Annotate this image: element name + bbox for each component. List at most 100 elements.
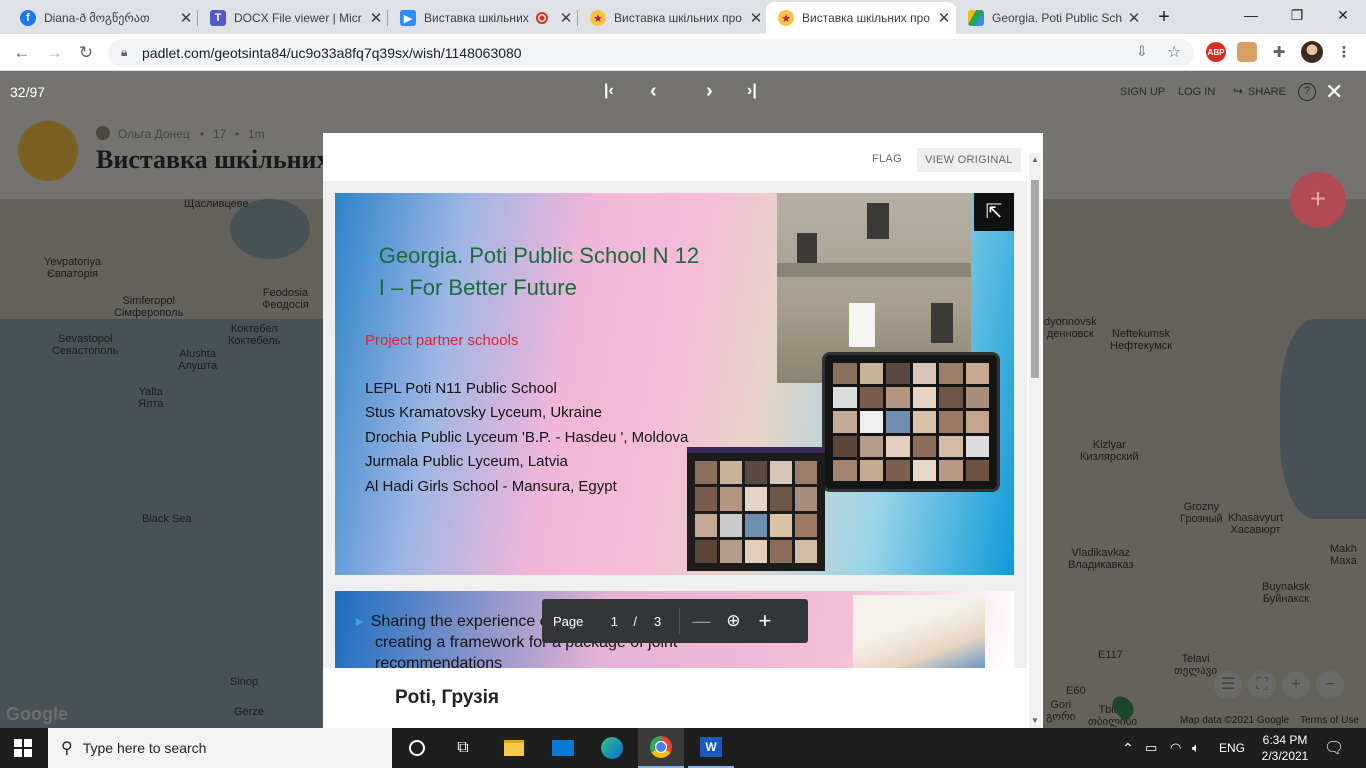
slide-2-line-3: recommendations bbox=[375, 655, 503, 668]
google-drive-icon bbox=[968, 10, 984, 26]
show-hidden-icons[interactable]: ⌃ bbox=[1122, 728, 1134, 768]
wifi-icon[interactable]: ◠ bbox=[1170, 728, 1181, 768]
tab-padlet-1[interactable]: ★ Виставка шкільних про ✕ bbox=[578, 2, 768, 34]
previous-post-icon[interactable]: ‹ bbox=[650, 80, 657, 103]
file-explorer-icon[interactable] bbox=[491, 728, 537, 768]
mail-icon[interactable] bbox=[540, 728, 586, 768]
slide-2-artwork bbox=[853, 595, 985, 668]
lock-icon: 🔒︎ bbox=[121, 45, 128, 59]
school-item: LEPL Poti N11 Public School bbox=[365, 380, 557, 397]
cortana-icon[interactable] bbox=[394, 728, 440, 768]
tab-title: Виставка шкільних про bbox=[802, 11, 930, 25]
new-tab-button[interactable]: + bbox=[1142, 2, 1186, 32]
close-tab-icon[interactable]: ✕ bbox=[364, 9, 388, 27]
teams-icon: T bbox=[210, 10, 226, 26]
task-view-icon[interactable]: ⧉ bbox=[440, 728, 486, 768]
slide-title-line-1: ► Georgia. Poti Public School N 12 bbox=[361, 243, 700, 268]
zoom-fit-icon[interactable]: ⊕ bbox=[726, 611, 740, 631]
modal-scrollbar[interactable]: ▲ ▼ bbox=[1029, 153, 1041, 728]
total-pages: 3 bbox=[654, 613, 662, 629]
school-item: Stus Kramatovsky Lyceum, Ukraine bbox=[365, 404, 603, 421]
address-bar[interactable]: 🔒︎ padlet.com/geotsinta84/uc9o33a8fq7q39… bbox=[108, 39, 1194, 67]
close-tab-icon[interactable]: ✕ bbox=[554, 9, 578, 27]
padlet-emoji-icon: ★ bbox=[778, 10, 794, 26]
video-call-screenshot-laptop bbox=[687, 447, 825, 571]
adblock-icon[interactable]: ABP bbox=[1206, 42, 1226, 62]
restore-button[interactable]: ❐ bbox=[1274, 0, 1320, 30]
recording-icon bbox=[536, 12, 548, 24]
partners-heading: Project partner schools bbox=[365, 332, 519, 349]
reload-button[interactable]: ↻ bbox=[73, 40, 99, 66]
chrome-icon[interactable] bbox=[638, 728, 684, 768]
toolbar-divider bbox=[679, 608, 681, 634]
page-label: Page bbox=[553, 613, 584, 629]
browser-menu-icon[interactable]: ⋮ bbox=[1334, 42, 1354, 62]
current-page-input[interactable]: 1 bbox=[607, 614, 621, 629]
taskbar-search-box[interactable]: ⚲ Type here to search bbox=[48, 728, 392, 768]
post-caption: Poti, Грузія bbox=[395, 687, 499, 708]
volume-icon[interactable]: 🔈︎ bbox=[1192, 728, 1200, 768]
view-original-button[interactable]: VIEW ORIGINAL bbox=[917, 148, 1021, 172]
facebook-icon: f bbox=[20, 10, 36, 26]
school-item: Drochia Public Lyceum 'B.P. - Hasdeu ', … bbox=[365, 429, 689, 446]
slide-title-line-2: ► I – For Better Future bbox=[361, 275, 577, 300]
next-post-icon[interactable]: › bbox=[706, 80, 713, 103]
battery-icon[interactable]: ▭ bbox=[1145, 728, 1157, 768]
install-icon[interactable]: ⇩ bbox=[1136, 43, 1148, 60]
video-call-screenshot-tablet bbox=[822, 352, 1000, 492]
post-counter: 32/97 bbox=[10, 84, 46, 100]
tab-title: Georgia. Poti Public Sch bbox=[992, 11, 1122, 25]
school-item: Al Hadi Girls School - Mansura, Egypt bbox=[365, 478, 617, 495]
tab-google-drive[interactable]: Georgia. Poti Public Sch ✕ bbox=[956, 2, 1146, 34]
search-icon: ⚲ bbox=[61, 740, 73, 757]
zoom-out-icon[interactable]: — bbox=[692, 611, 710, 632]
padlet-emoji-icon: ★ bbox=[590, 10, 606, 26]
browser-tab-strip: f Diana-ð მოგწერათ ✕ T DOCX File viewer … bbox=[0, 0, 1366, 34]
pdf-page-toolbar: Page 1 / 3 — ⊕ + bbox=[542, 599, 808, 643]
open-external-icon[interactable]: ⇱ bbox=[974, 193, 1014, 231]
extension-face-icon[interactable] bbox=[1237, 42, 1257, 62]
close-tab-icon[interactable]: ✕ bbox=[744, 9, 768, 27]
scrollbar-down-icon[interactable]: ▼ bbox=[1031, 716, 1039, 725]
tab-facebook[interactable]: f Diana-ð მოგწერათ ✕ bbox=[8, 2, 198, 34]
forward-button[interactable]: → bbox=[41, 40, 67, 66]
last-post-icon[interactable]: ›| bbox=[747, 82, 757, 100]
edge-icon[interactable] bbox=[589, 728, 635, 768]
tab-title: Diana-ð მოგწერათ bbox=[44, 11, 150, 25]
page-separator: / bbox=[633, 613, 637, 629]
zoom-icon: ▶ bbox=[400, 10, 416, 26]
pdf-preview[interactable]: ► Georgia. Poti Public School N 12 ► I –… bbox=[323, 181, 1027, 668]
extensions-puzzle-icon[interactable]: ✚ bbox=[1269, 42, 1289, 62]
close-window-button[interactable]: ✕ bbox=[1320, 0, 1366, 30]
bookmark-star-icon[interactable]: ☆ bbox=[1167, 42, 1181, 62]
add-post-button[interactable]: + bbox=[1290, 172, 1346, 228]
first-post-icon[interactable]: |‹ bbox=[604, 82, 614, 100]
clock-date: 2/3/2021 bbox=[1261, 749, 1309, 763]
flag-button[interactable]: FLAG bbox=[872, 153, 902, 165]
clock-time: 6:34 PM bbox=[1262, 733, 1308, 747]
close-tab-icon[interactable]: ✕ bbox=[932, 9, 956, 27]
close-viewer-icon[interactable]: ✕ bbox=[1325, 79, 1343, 105]
language-indicator[interactable]: ENG bbox=[1219, 728, 1245, 768]
minimize-button[interactable]: — bbox=[1228, 0, 1274, 30]
clock[interactable]: 6:34 PM 2/3/2021 bbox=[1255, 728, 1315, 768]
scrollbar-up-icon[interactable]: ▲ bbox=[1031, 155, 1039, 164]
close-tab-icon[interactable]: ✕ bbox=[174, 9, 198, 27]
post-viewer-modal: FLAG VIEW ORIGINAL ► Georgia. Poti Publi… bbox=[323, 133, 1043, 728]
tab-title: DOCX File viewer | Micr bbox=[234, 11, 362, 25]
windows-taskbar: ⚲ Type here to search ⧉ W ⌃ ▭ ◠ 🔈︎ ENG 6… bbox=[0, 728, 1366, 768]
notifications-icon[interactable]: 🗨︎ bbox=[1324, 728, 1344, 768]
scrollbar-thumb[interactable] bbox=[1031, 180, 1039, 378]
back-button[interactable]: ← bbox=[9, 40, 35, 66]
zoom-in-icon[interactable]: + bbox=[758, 608, 771, 634]
tab-padlet-active[interactable]: ★ Виставка шкільних про ✕ bbox=[766, 2, 956, 34]
browser-toolbar: ← → ↻ 🔒︎ padlet.com/geotsinta84/uc9o33a8… bbox=[0, 34, 1366, 71]
profile-avatar[interactable] bbox=[1301, 41, 1323, 63]
slide-1: ► Georgia. Poti Public School N 12 ► I –… bbox=[335, 193, 1014, 575]
tab-zoom[interactable]: ▶ Виставка шкільних ✕ bbox=[388, 2, 578, 34]
tab-docx-viewer[interactable]: T DOCX File viewer | Micr ✕ bbox=[198, 2, 388, 34]
tab-title: Виставка шкільних про bbox=[614, 11, 742, 25]
windows-start-icon[interactable] bbox=[0, 728, 46, 768]
tab-title: Виставка шкільних bbox=[424, 11, 529, 25]
word-icon[interactable]: W bbox=[688, 728, 734, 768]
